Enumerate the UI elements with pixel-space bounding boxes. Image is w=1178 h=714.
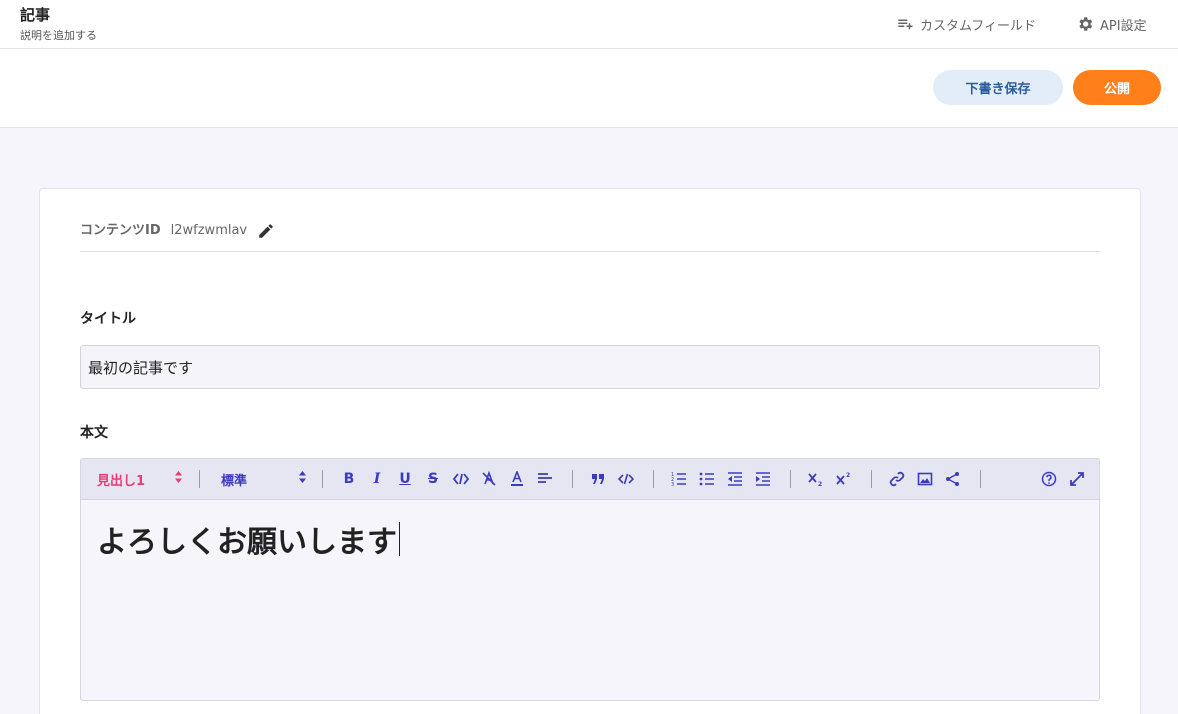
svg-text:2: 2	[846, 472, 850, 479]
select-arrows-icon	[174, 470, 183, 488]
subscript-icon: 2	[808, 473, 822, 487]
save-draft-button[interactable]: 下書き保存	[933, 70, 1063, 105]
svg-text:3: 3	[671, 482, 674, 487]
editor-toolbar: 見出し1 標準 B I U S 1 2 3 2 2	[81, 459, 1099, 500]
share-button[interactable]	[944, 469, 962, 489]
svg-text:2: 2	[818, 481, 822, 487]
outdent-button[interactable]	[726, 469, 744, 489]
toolbar-divider	[871, 470, 872, 488]
superscript-button[interactable]: 2	[835, 469, 853, 489]
top-header: 記事 説明を追加する カスタムフィールド API設定	[0, 0, 1178, 49]
content-card: コンテンツID l2wfzwmlav タイトル 最初の記事です 本文 見出し1 …	[39, 188, 1141, 714]
body-field-label: 本文	[80, 425, 108, 441]
playlist-add-icon	[898, 19, 913, 30]
inline-code-button[interactable]	[452, 469, 470, 489]
image-button[interactable]	[916, 469, 934, 489]
indent-button[interactable]	[754, 469, 772, 489]
rich-text-editor[interactable]: 見出し1 標準 B I U S 1 2 3 2 2 よろしくお願いします	[80, 458, 1100, 701]
custom-fields-label: カスタムフィールド	[920, 18, 1036, 34]
text-cursor	[399, 522, 400, 556]
publish-button[interactable]: 公開	[1073, 70, 1161, 105]
ordered-list-button[interactable]: 123	[670, 469, 688, 489]
clear-format-button[interactable]	[480, 469, 498, 489]
toolbar-divider	[322, 470, 323, 488]
page-subtitle[interactable]: 説明を追加する	[20, 27, 97, 43]
strikethrough-icon: S	[427, 471, 439, 487]
editor-content[interactable]: よろしくお願いします	[97, 517, 400, 561]
toolbar-divider	[199, 470, 200, 488]
quote-icon	[592, 474, 604, 484]
toolbar-divider	[572, 470, 573, 488]
align-button[interactable]	[536, 469, 554, 489]
strikethrough-button[interactable]: S	[424, 469, 442, 489]
page-title: 記事	[20, 6, 51, 24]
link-button[interactable]	[888, 469, 906, 489]
expand-icon	[1070, 472, 1084, 486]
ordered-list-icon: 123	[671, 472, 686, 487]
italic-icon: I	[373, 471, 381, 487]
editor-heading-text: よろしくお願いします	[97, 525, 397, 560]
image-icon	[917, 472, 933, 486]
italic-button[interactable]: I	[368, 469, 386, 489]
bold-icon: B	[343, 471, 355, 487]
style-select-value: 標準	[221, 473, 248, 489]
link-icon	[889, 471, 905, 487]
edit-id-button[interactable]	[257, 219, 275, 244]
style-select[interactable]: 標準	[221, 469, 307, 489]
bullet-list-icon	[699, 472, 714, 486]
underline-button[interactable]: U	[396, 469, 414, 489]
clear-format-icon	[482, 471, 496, 486]
subscript-button[interactable]: 2	[807, 469, 825, 489]
toolbar-divider	[790, 470, 791, 488]
underline-icon: U	[399, 471, 411, 487]
bullet-list-button[interactable]	[698, 469, 716, 489]
pencil-icon	[259, 224, 273, 238]
code-block-button[interactable]	[617, 469, 635, 489]
bold-button[interactable]: B	[340, 469, 358, 489]
heading-select[interactable]: 見出し1	[97, 469, 183, 489]
content-id-row: コンテンツID l2wfzwmlav	[80, 219, 1100, 252]
action-bar: 下書き保存 公開	[0, 49, 1178, 128]
title-input[interactable]: 最初の記事です	[80, 345, 1100, 389]
custom-fields-link[interactable]: カスタムフィールド	[896, 14, 1036, 34]
api-settings-label: API設定	[1100, 18, 1147, 34]
help-icon	[1041, 471, 1057, 487]
title-field-label: タイトル	[80, 311, 136, 327]
fullscreen-button[interactable]	[1068, 469, 1086, 489]
gear-icon	[1079, 17, 1093, 31]
content-id-value: l2wfzwmlav	[170, 223, 248, 238]
superscript-icon: 2	[836, 472, 850, 485]
select-arrows-icon	[298, 470, 307, 488]
content-id-label: コンテンツID	[80, 223, 161, 238]
api-settings-link[interactable]: API設定	[1076, 14, 1147, 34]
help-button[interactable]	[1040, 469, 1058, 489]
text-color-icon	[511, 471, 523, 486]
toolbar-divider	[653, 470, 654, 488]
heading-select-value: 見出し1	[97, 473, 146, 489]
outdent-icon	[728, 472, 742, 486]
toolbar-divider	[980, 470, 981, 488]
indent-icon	[756, 472, 770, 486]
code-icon	[618, 473, 634, 485]
text-color-button[interactable]	[508, 469, 526, 489]
blockquote-button[interactable]	[589, 469, 607, 489]
align-left-icon	[538, 473, 552, 483]
share-icon	[946, 472, 959, 486]
inline-code-icon	[453, 473, 469, 485]
